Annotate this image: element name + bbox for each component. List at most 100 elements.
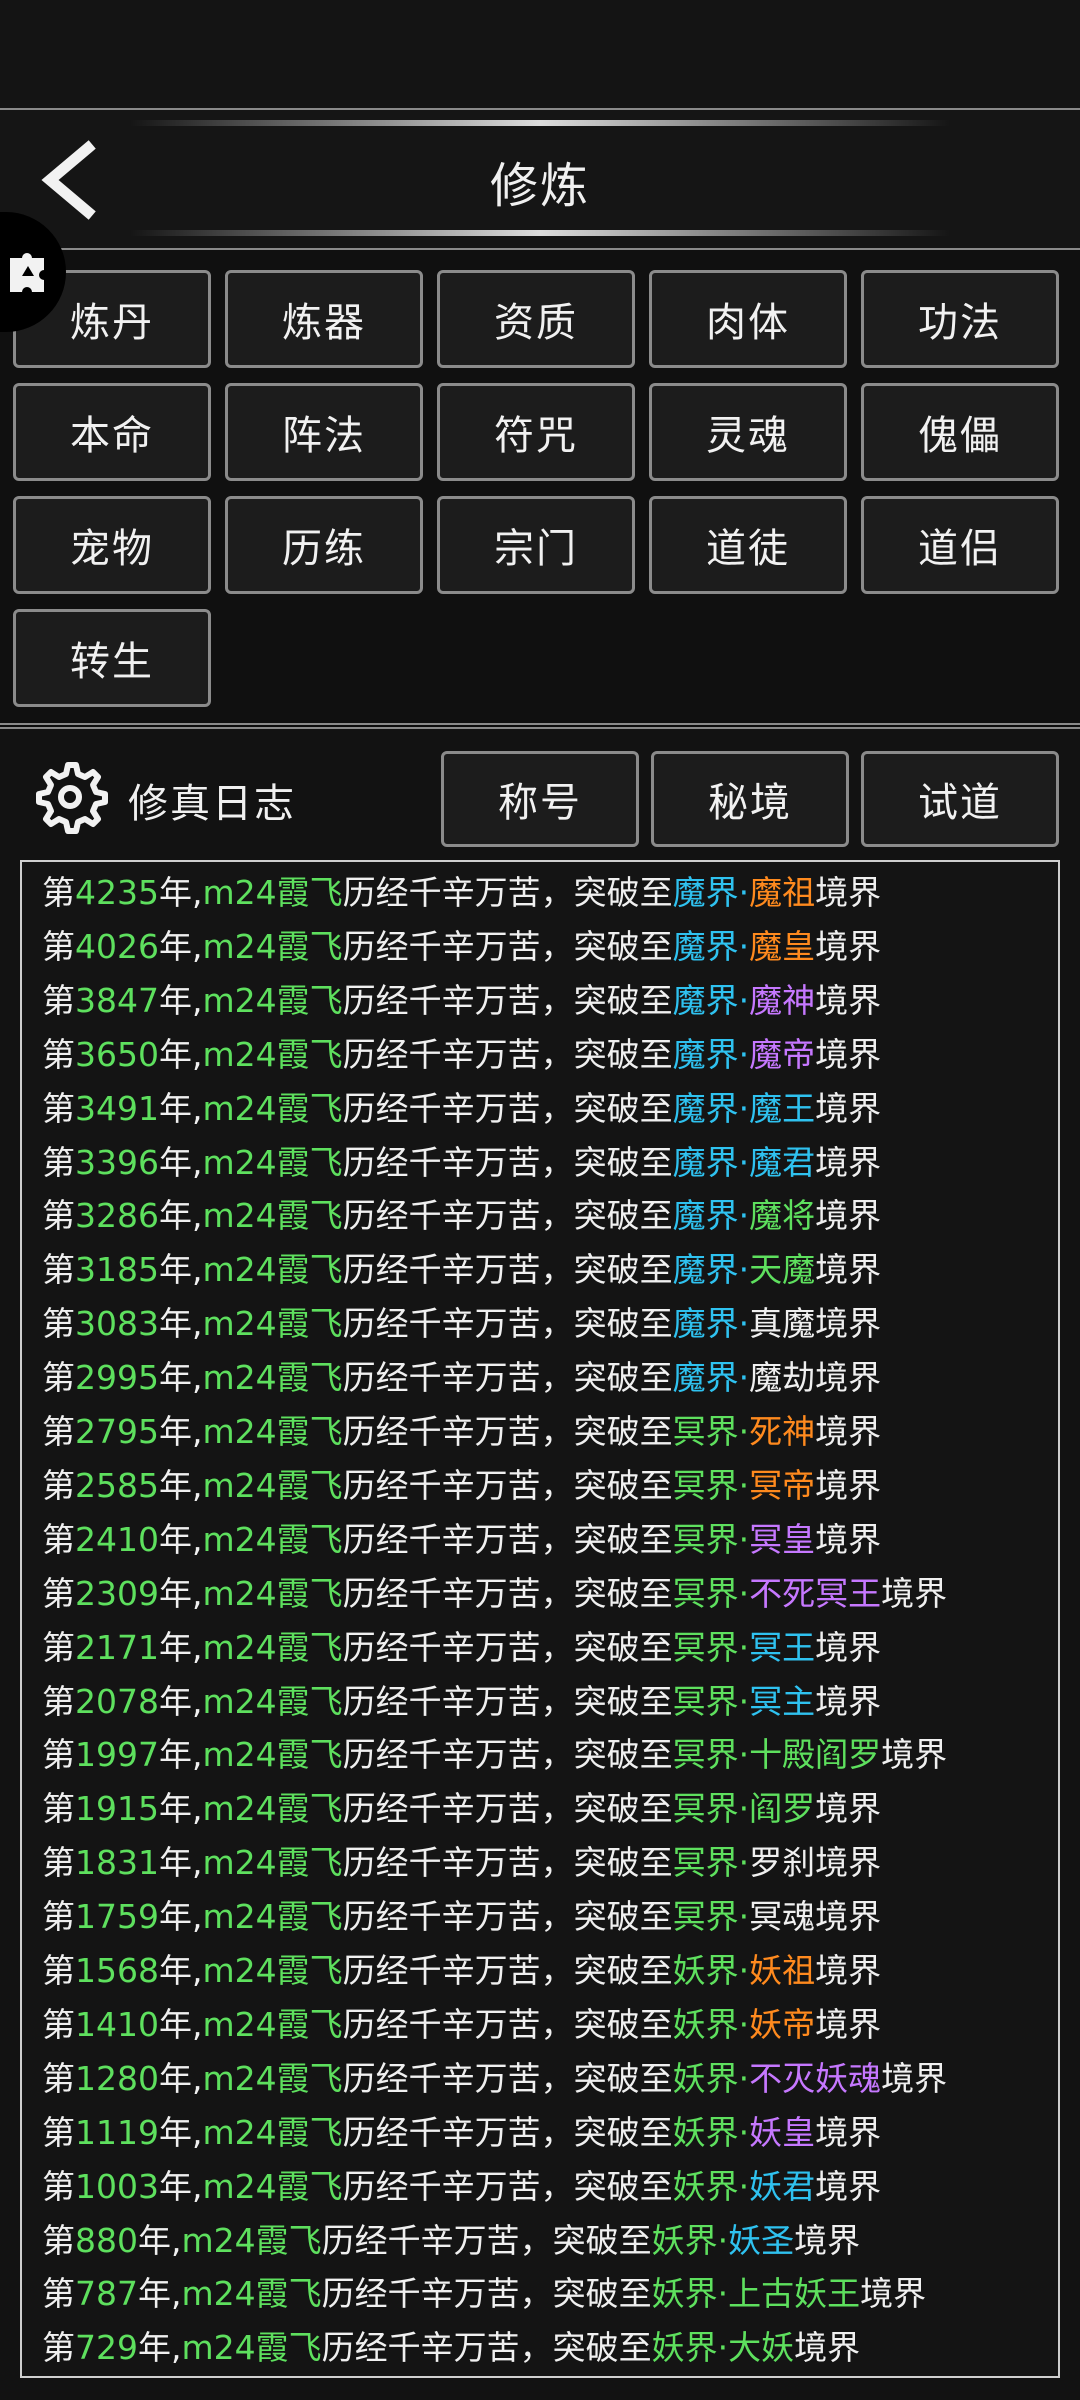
diary-log-list[interactable]: 第4235年,m24霞飞历经千辛万苦，突破至魔界·魔祖境界 第4026年,m24霞… (20, 860, 1060, 2378)
feature-button[interactable]: 阵法 (225, 383, 423, 481)
log-stage: 冥皇 (749, 1519, 816, 1559)
log-entry: 第3847年,m24霞飞历经千辛万苦，突破至魔界·魔神境界 (42, 974, 881, 1028)
log-separator: · (738, 1196, 750, 1236)
log-realm: 冥界 (672, 1519, 739, 1559)
log-prefix: 第 (42, 1304, 75, 1344)
feature-button[interactable]: 历练 (225, 496, 423, 594)
log-entry: 第880年,m24霞飞历经千辛万苦，突破至妖界·妖圣境界 (42, 2214, 860, 2268)
log-suffix: 境界 (815, 1088, 882, 1128)
log-text: 历经千辛万苦，突破至 (342, 1250, 673, 1290)
log-text: 历经千辛万苦，突破至 (342, 2166, 673, 2206)
log-entry: 第4235年,m24霞飞历经千辛万苦，突破至魔界·魔祖境界 (42, 866, 881, 920)
log-entry: 第729年,m24霞飞历经千辛万苦，突破至妖界·大妖境界 (42, 2321, 860, 2375)
log-separator: · (738, 1034, 750, 1074)
log-stage: 天魔 (749, 1250, 816, 1290)
log-prefix: 第 (42, 2274, 75, 2314)
feature-button[interactable]: 炼器 (225, 270, 423, 368)
log-suffix: 境界 (815, 1358, 882, 1398)
log-year-suffix: 年, (158, 1573, 203, 1613)
status-bar (0, 0, 1080, 108)
log-stage: 魔劫 (749, 1358, 816, 1398)
log-stage: 妖圣 (728, 2220, 795, 2260)
feature-button[interactable]: 宠物 (13, 496, 211, 594)
tab-secret-realm[interactable]: 秘境 (651, 751, 849, 847)
log-text: 历经千辛万苦，突破至 (342, 1196, 673, 1236)
log-prefix: 第 (42, 1412, 75, 1451)
log-suffix: 境界 (815, 1196, 882, 1236)
log-player-name: m24霞飞 (202, 1951, 343, 1990)
feature-button[interactable]: 本命 (13, 383, 211, 481)
log-year: 3396 (75, 1142, 159, 1182)
log-year: 2410 (75, 1519, 159, 1559)
log-suffix: 境界 (815, 1897, 882, 1937)
log-prefix: 第 (42, 1627, 75, 1667)
log-suffix: 境界 (815, 1250, 882, 1290)
tab-trial[interactable]: 试道 (861, 751, 1059, 847)
log-year-suffix: 年, (158, 2112, 203, 2152)
log-text: 历经千辛万苦，突破至 (342, 1088, 673, 1128)
log-player-name: m24霞飞 (202, 980, 343, 1020)
log-realm: 妖界 (672, 2058, 739, 2098)
log-realm: 妖界 (672, 2004, 739, 2044)
log-suffix: 境界 (815, 1519, 882, 1559)
log-text: 历经千辛万苦，突破至 (342, 2004, 673, 2044)
log-stage: 魔君 (749, 1142, 816, 1182)
feature-button[interactable]: 资质 (437, 270, 635, 368)
log-stage: 妖君 (749, 2166, 816, 2206)
feature-button[interactable]: 道侣 (861, 496, 1059, 594)
feature-button[interactable]: 灵魂 (649, 383, 847, 481)
log-player-name: m24霞飞 (202, 1088, 343, 1128)
log-text: 历经千辛万苦，突破至 (342, 1142, 673, 1182)
log-year: 3491 (75, 1088, 159, 1128)
log-realm: 魔界 (672, 926, 739, 966)
log-prefix: 第 (42, 1034, 75, 1074)
log-separator: · (738, 926, 750, 966)
log-year-suffix: 年, (158, 2166, 203, 2206)
header-bar: 修炼 (0, 108, 1080, 250)
log-year: 3286 (75, 1196, 159, 1236)
feature-button[interactable]: 宗门 (437, 496, 635, 594)
log-separator: · (717, 2274, 729, 2314)
tab-title[interactable]: 称号 (441, 751, 639, 847)
log-text: 历经千辛万苦，突破至 (342, 1519, 673, 1559)
log-entry: 第3286年,m24霞飞历经千辛万苦，突破至魔界·魔将境界 (42, 1189, 881, 1243)
log-stage: 冥主 (749, 1681, 816, 1721)
feature-button[interactable]: 转生 (13, 609, 211, 707)
log-prefix: 第 (42, 1142, 75, 1182)
log-player-name: m24霞飞 (202, 1627, 343, 1667)
log-year-suffix: 年, (138, 2220, 182, 2260)
log-year-suffix: 年, (158, 1681, 203, 1721)
log-year: 1915 (75, 1789, 159, 1829)
gear-icon[interactable] (32, 759, 108, 835)
log-prefix: 第 (42, 1843, 75, 1883)
feature-button[interactable]: 傀儡 (861, 383, 1059, 481)
log-player-name: m24霞飞 (202, 1196, 343, 1236)
log-entry: 第787年,m24霞飞历经千辛万苦，突破至妖界·上古妖王境界 (42, 2267, 926, 2321)
log-stage: 魔将 (749, 1196, 816, 1236)
log-text: 历经千辛万苦，突破至 (342, 1681, 673, 1721)
log-player-name: m24霞飞 (181, 2328, 322, 2368)
log-player-name: m24霞飞 (202, 2166, 343, 2206)
log-separator: · (738, 1142, 750, 1182)
log-year-suffix: 年, (158, 2058, 203, 2098)
feature-button[interactable]: 道徒 (649, 496, 847, 594)
log-suffix: 境界 (815, 926, 882, 966)
log-suffix: 境界 (815, 1843, 882, 1883)
log-realm: 妖界 (672, 2166, 739, 2206)
feature-button[interactable]: 肉体 (649, 270, 847, 368)
log-player-name: m24霞飞 (202, 1843, 343, 1883)
log-prefix: 第 (42, 1465, 75, 1505)
log-entry: 第1759年,m24霞飞历经千辛万苦，突破至冥界·冥魂境界 (42, 1890, 881, 1944)
feature-button[interactable]: 功法 (861, 270, 1059, 368)
log-realm: 冥界 (672, 1627, 739, 1667)
log-separator: · (738, 1412, 750, 1451)
log-text: 历经千辛万苦，突破至 (321, 2220, 652, 2260)
puzzle-icon (10, 252, 44, 292)
log-year-suffix: 年, (158, 1735, 203, 1775)
log-suffix: 境界 (860, 2274, 927, 2314)
log-entry: 第2171年,m24霞飞历经千辛万苦，突破至冥界·冥王境界 (42, 1621, 881, 1675)
feature-button[interactable]: 符咒 (437, 383, 635, 481)
log-entry: 第2410年,m24霞飞历经千辛万苦，突破至冥界·冥皇境界 (42, 1513, 881, 1567)
log-player-name: m24霞飞 (202, 1358, 343, 1398)
log-suffix: 境界 (815, 873, 882, 912)
